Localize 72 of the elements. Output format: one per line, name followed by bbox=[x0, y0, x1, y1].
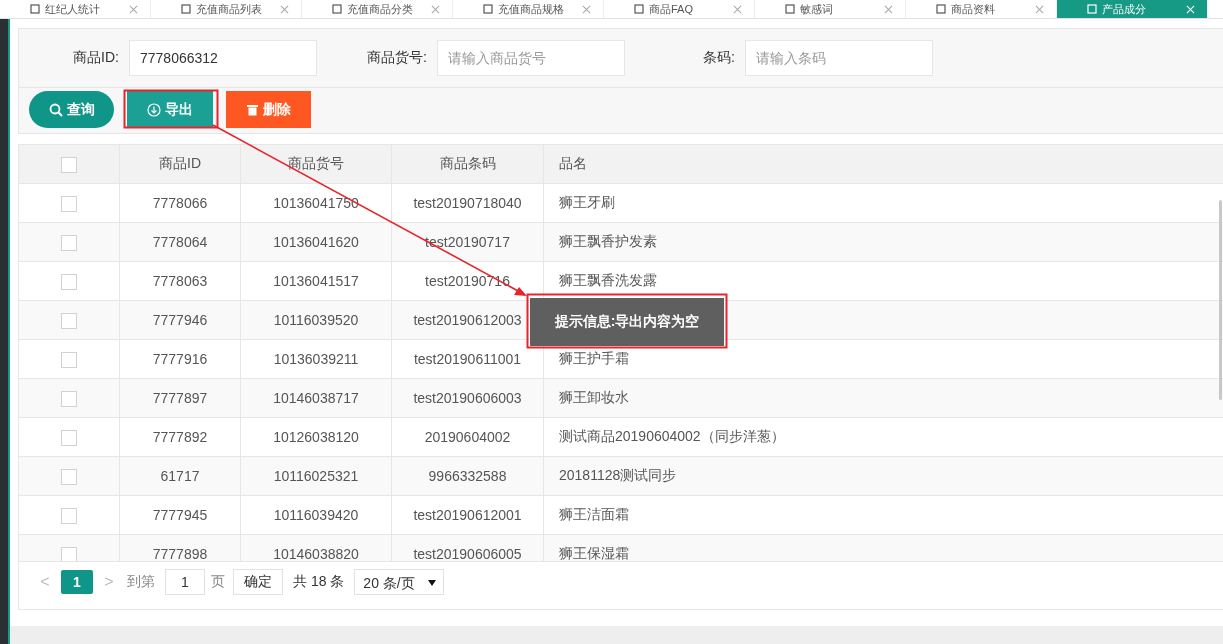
total-count: 共 18 条 bbox=[293, 572, 345, 591]
column-header: 商品货号 bbox=[240, 145, 392, 184]
page-unit-label: 页 bbox=[211, 572, 225, 591]
table-cell: 狮王卸妆水 bbox=[559, 389, 629, 405]
page-input[interactable]: 1 bbox=[165, 568, 205, 595]
table-cell: 狮王护手霜 bbox=[559, 350, 629, 366]
table-cell: 10136041620 bbox=[273, 234, 359, 250]
table-cell: 狮王飘香护发素 bbox=[559, 233, 657, 249]
tab-label: 红纪人统计 bbox=[45, 2, 101, 17]
tab-label: 商品FAQ bbox=[649, 2, 694, 17]
table-cell: 61717 bbox=[160, 468, 200, 484]
table-cell: 狮王飘香洗发露 bbox=[559, 272, 657, 288]
table-cell: 10116025321 bbox=[273, 468, 359, 484]
tab-label: 商品资料 bbox=[951, 2, 996, 17]
table-cell: 9966332588 bbox=[428, 468, 507, 484]
tab-label: 敏感词 bbox=[800, 2, 834, 17]
tab-label: 充值商品分类 bbox=[347, 2, 414, 17]
table-cell: test20190717 bbox=[425, 234, 510, 250]
field-label: 商品ID: bbox=[72, 49, 119, 67]
input-field[interactable]: 请输入商品货号 bbox=[437, 40, 625, 76]
table-cell: test20190612003 bbox=[413, 312, 522, 328]
tab-label: 产品成分 bbox=[1102, 2, 1147, 17]
table-cell: 7777897 bbox=[152, 390, 208, 406]
table-cell: 7777916 bbox=[152, 351, 208, 367]
search-button[interactable]: 查询 bbox=[29, 91, 114, 128]
table-cell: 7777946 bbox=[152, 312, 208, 328]
tab[interactable]: 充值商品分类 bbox=[302, 0, 453, 18]
tab[interactable]: 商品FAQ bbox=[604, 0, 755, 18]
table-cell: 7777898 bbox=[152, 546, 208, 561]
column-header: 商品ID bbox=[119, 145, 241, 184]
column-header: 商品条码 bbox=[391, 145, 544, 184]
table-cell: 10136041517 bbox=[273, 273, 359, 289]
table-cell: test20190718040 bbox=[413, 195, 522, 211]
input-field[interactable]: 请输入条码 bbox=[745, 40, 933, 76]
toast-message: 提示信息:导出内容为空 bbox=[530, 298, 724, 346]
confirm-button[interactable]: 确定 bbox=[233, 568, 283, 595]
table-cell: 10136039211 bbox=[273, 351, 359, 367]
field-label: 条码: bbox=[702, 49, 735, 67]
tab-label: 充值商品列表 bbox=[196, 2, 263, 17]
table-cell: test20190606003 bbox=[413, 390, 522, 406]
current-page-button[interactable]: 1 bbox=[61, 569, 93, 594]
table-cell: 20190604002 bbox=[424, 429, 511, 445]
tab[interactable]: 充值商品规格 bbox=[453, 0, 604, 18]
page-size-select[interactable]: 20 条/页 bbox=[354, 568, 445, 595]
field-label: 商品货号: bbox=[366, 49, 427, 67]
tab[interactable]: 产品成分 bbox=[1057, 0, 1208, 18]
table-cell: 10146038820 bbox=[273, 546, 359, 561]
table-cell: 10116039420 bbox=[273, 507, 359, 523]
table-cell: 20181128测试同步 bbox=[559, 467, 677, 483]
table-cell: 7777945 bbox=[152, 507, 208, 523]
input-field[interactable]: 7778066312 bbox=[129, 40, 317, 76]
tab-label: 充值商品规格 bbox=[498, 2, 565, 17]
goto-label: 到第 bbox=[127, 572, 155, 591]
table-cell: 7777892 bbox=[152, 429, 208, 445]
table-cell: 10146038717 bbox=[273, 390, 359, 406]
column-header: 品名 bbox=[543, 145, 1223, 184]
table-cell: 10136041750 bbox=[273, 195, 359, 211]
table-cell: 狮王保湿霜 bbox=[559, 545, 629, 561]
table-cell: test20190611001 bbox=[413, 351, 522, 367]
table-cell: 测试商品20190604002（同步洋葱） bbox=[559, 428, 785, 444]
tab[interactable]: 红纪人统计 bbox=[0, 0, 151, 18]
table-cell: 10116039520 bbox=[273, 312, 359, 328]
table-cell: 7778064 bbox=[152, 234, 208, 250]
table-cell: 狮王牙刷 bbox=[559, 194, 615, 210]
tab[interactable]: 充值商品列表 bbox=[151, 0, 302, 18]
tab[interactable]: 敏感词 bbox=[755, 0, 906, 18]
table-cell: 狮王洁面霜 bbox=[559, 506, 629, 522]
table-cell: 10126038120 bbox=[273, 429, 359, 445]
table-cell: 7778066 bbox=[152, 195, 208, 211]
table-cell: test20190606005 bbox=[413, 546, 522, 561]
table-cell: test20190612001 bbox=[413, 507, 522, 523]
table-cell: 7778063 bbox=[152, 273, 208, 289]
